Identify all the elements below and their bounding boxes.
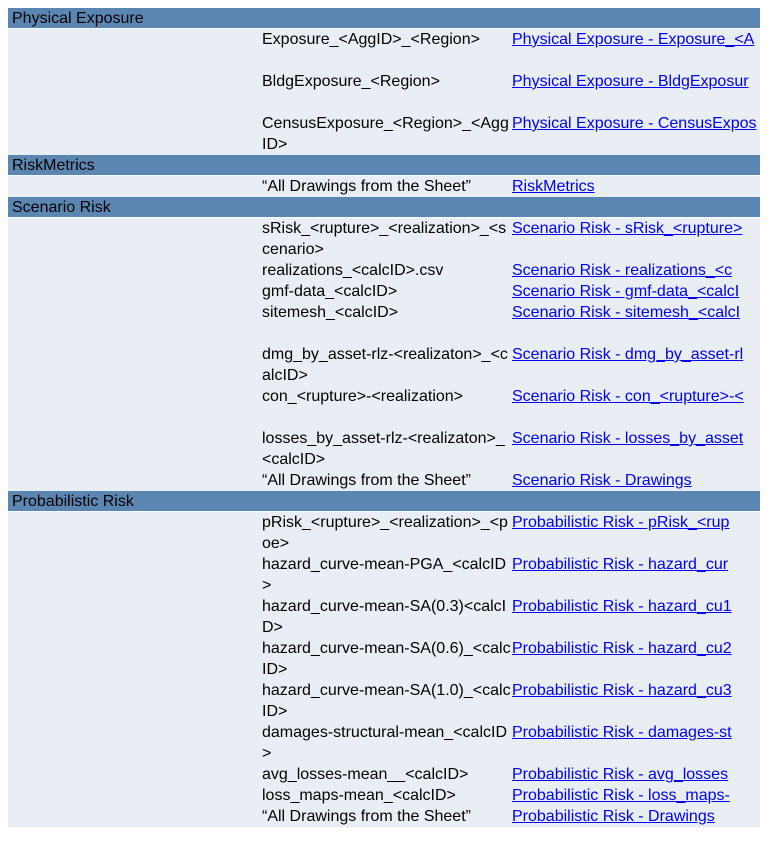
drawing-name: “All Drawings from the Sheet” — [262, 808, 471, 825]
drawings-index-sheet: Physical Exposure Exposure_<AggID>_<Regio… — [8, 8, 760, 827]
table-row: sitemesh_<calcID> Scenario Risk - sitemes… — [8, 302, 760, 344]
drawing-link[interactable]: Physical Exposure - CensusExpos — [512, 113, 758, 134]
table-row: Exposure_<AggID>_<Region> Physical Exposu… — [8, 29, 760, 71]
drawing-name: con_<rupture>-<realization> — [262, 388, 464, 405]
drawing-link[interactable]: Scenario Risk - sitemesh_<calcI — [512, 302, 758, 323]
drawing-link[interactable]: Probabilistic Risk - damages-st — [512, 722, 758, 743]
table-row: CensusExposure_<Region>_<AggID> Physical … — [8, 113, 760, 155]
drawing-link[interactable]: Physical Exposure - Exposure_<A — [512, 29, 758, 50]
section-header: Physical Exposure — [8, 8, 760, 29]
drawing-name: BldgExposure_<Region> — [262, 73, 440, 90]
table-row: hazard_curve-mean-SA(0.3)<calcID> Probabi… — [8, 596, 760, 638]
drawing-name: hazard_curve-mean-SA(0.6)_<calcID> — [262, 640, 511, 678]
drawing-link[interactable]: Probabilistic Risk - Drawings — [512, 806, 758, 827]
drawing-link[interactable]: RiskMetrics — [512, 176, 758, 197]
drawing-link[interactable]: Scenario Risk - gmf-data_<calcI — [512, 281, 758, 302]
table-row: realizations_<calcID>.csv Scenario Risk -… — [8, 260, 760, 281]
drawing-link[interactable]: Scenario Risk - sRisk_<rupture> — [512, 218, 758, 239]
drawing-name: realizations_<calcID>.csv — [262, 262, 444, 279]
drawing-name: hazard_curve-mean-SA(1.0)_<calcID> — [262, 682, 511, 720]
table-row: hazard_curve-mean-PGA_<calcID> Probabilis… — [8, 554, 760, 596]
table-row: con_<rupture>-<realization> Scenario Risk… — [8, 386, 760, 428]
drawing-link[interactable]: Scenario Risk - dmg_by_asset-rl — [512, 344, 758, 365]
drawing-name: avg_losses-mean__<calcID> — [262, 766, 469, 783]
table-row: gmf-data_<calcID> Scenario Risk - gmf-dat… — [8, 281, 760, 302]
drawing-name: losses_by_asset-rlz-<realizaton>_<calcID… — [262, 430, 505, 468]
table-row: BldgExposure_<Region> Physical Exposure -… — [8, 71, 760, 113]
table-row: damages-structural-mean_<calcID> Probabil… — [8, 722, 760, 764]
table-row: pRisk_<rupture>_<realization>_<poe> Proba… — [8, 512, 760, 554]
table-row: “All Drawings from the Sheet” Probabilist… — [8, 806, 760, 827]
drawing-link[interactable]: Probabilistic Risk - hazard_cu2 — [512, 638, 758, 659]
drawing-name: sRisk_<rupture>_<realization>_<scenario> — [262, 220, 507, 258]
drawing-name: damages-structural-mean_<calcID> — [262, 724, 507, 762]
drawing-link[interactable]: Probabilistic Risk - loss_maps- — [512, 785, 758, 806]
drawing-name: hazard_curve-mean-PGA_<calcID> — [262, 556, 507, 594]
drawing-name: pRisk_<rupture>_<realization>_<poe> — [262, 514, 508, 552]
section-header: RiskMetrics — [8, 155, 760, 176]
drawing-link[interactable]: Scenario Risk - con_<rupture>-< — [512, 386, 758, 407]
drawing-name: loss_maps-mean_<calcID> — [262, 787, 456, 804]
drawing-name: “All Drawings from the Sheet” — [262, 178, 471, 195]
drawing-link[interactable]: Probabilistic Risk - hazard_cur — [512, 554, 758, 575]
section-header: Scenario Risk — [8, 197, 760, 218]
drawing-name: gmf-data_<calcID> — [262, 283, 398, 300]
table-row: losses_by_asset-rlz-<realizaton>_<calcID… — [8, 428, 760, 470]
drawing-link[interactable]: Scenario Risk - realizations_<c — [512, 260, 758, 281]
table-row: hazard_curve-mean-SA(0.6)_<calcID> Probab… — [8, 638, 760, 680]
table-row: “All Drawings from the Sheet” RiskMetrics — [8, 176, 760, 197]
drawing-name: Exposure_<AggID>_<Region> — [262, 31, 480, 48]
table-row: sRisk_<rupture>_<realization>_<scenario>… — [8, 218, 760, 260]
drawing-name: dmg_by_asset-rlz-<realizaton>_<calcID> — [262, 346, 508, 384]
drawing-name: hazard_curve-mean-SA(0.3)<calcID> — [262, 598, 507, 636]
drawing-name: sitemesh_<calcID> — [262, 304, 399, 321]
table-row: loss_maps-mean_<calcID> Probabilistic Ris… — [8, 785, 760, 806]
table-row: hazard_curve-mean-SA(1.0)_<calcID> Probab… — [8, 680, 760, 722]
section-header: Probabilistic Risk — [8, 491, 760, 512]
drawing-link[interactable]: Probabilistic Risk - avg_losses — [512, 764, 758, 785]
table-row: dmg_by_asset-rlz-<realizaton>_<calcID> Sc… — [8, 344, 760, 386]
table-row: “All Drawings from the Sheet” Scenario Ri… — [8, 470, 760, 491]
drawing-link[interactable]: Scenario Risk - losses_by_asset — [512, 428, 758, 449]
drawing-link[interactable]: Scenario Risk - Drawings — [512, 470, 758, 491]
drawing-name: “All Drawings from the Sheet” — [262, 472, 471, 489]
drawing-name: CensusExposure_<Region>_<AggID> — [262, 115, 509, 153]
drawing-link[interactable]: Probabilistic Risk - hazard_cu1 — [512, 596, 758, 617]
drawing-link[interactable]: Probabilistic Risk - hazard_cu3 — [512, 680, 758, 701]
drawing-link[interactable]: Physical Exposure - BldgExposur — [512, 71, 758, 92]
table-row: avg_losses-mean__<calcID> Probabilistic R… — [8, 764, 760, 785]
drawing-link[interactable]: Probabilistic Risk - pRisk_<rup — [512, 512, 758, 533]
